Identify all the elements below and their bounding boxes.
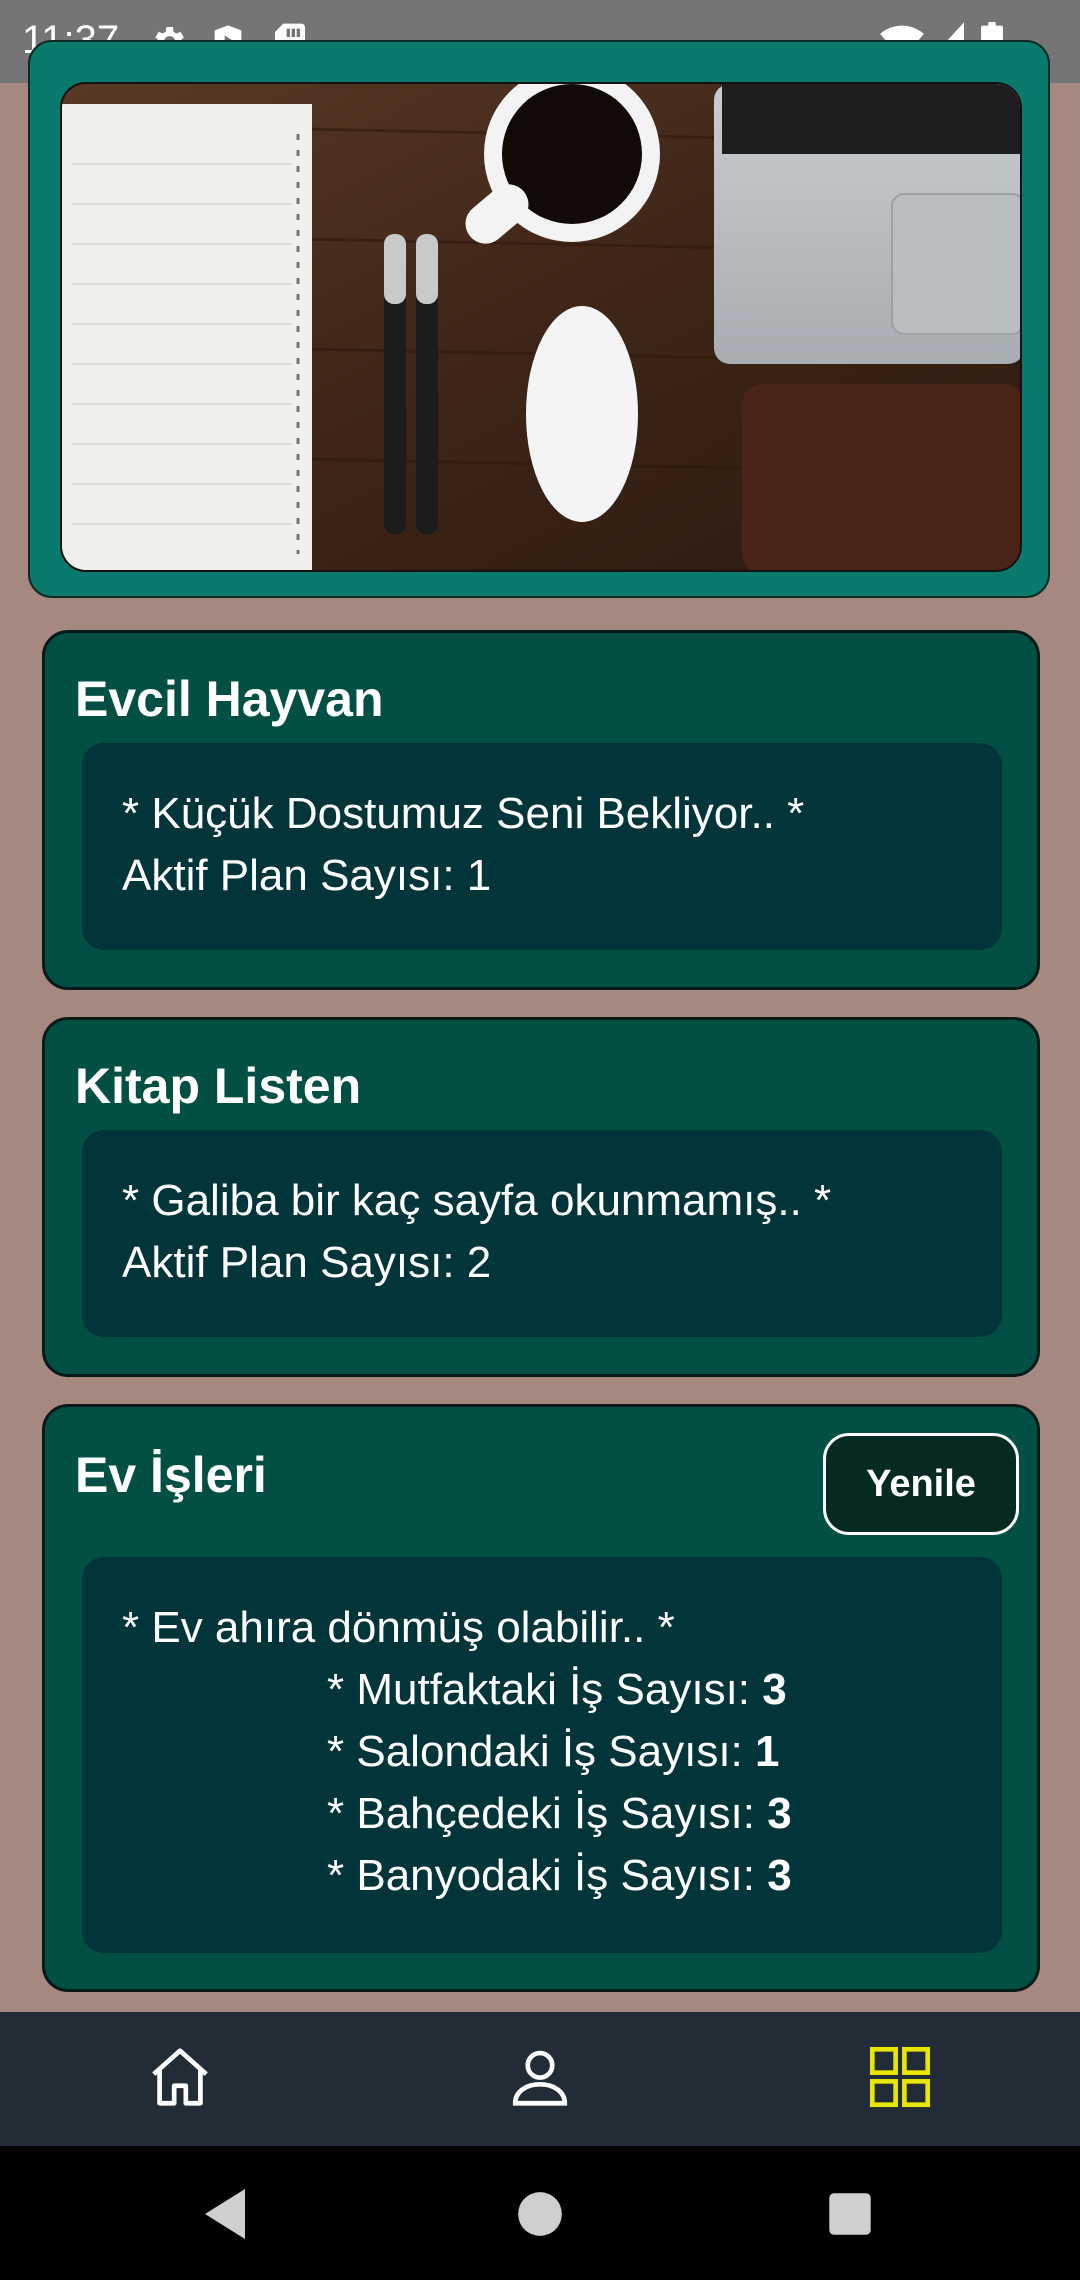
nav-profile-button[interactable] [505, 2042, 575, 2112]
desk-photo [60, 82, 1022, 572]
grid-icon [869, 2046, 931, 2108]
chores-info-box: * Ev ahıra dönmüş olabilir.. * * Mutfakt… [82, 1557, 1002, 1953]
nav-grid-button[interactable] [865, 2042, 935, 2112]
chores-message: * Ev ahıra dönmüş olabilir.. * [122, 1603, 675, 1652]
system-navigation-bar [0, 2146, 1080, 2280]
card-message: * Küçük Dostumuz Seni Bekliyor.. * [122, 789, 805, 838]
chore-count-kitchen: * Mutfaktaki İş Sayısı: 3 [327, 1665, 787, 1714]
chore-count-living-room: * Salondaki İş Sayısı: 1 [327, 1727, 780, 1776]
card-info-box: * Küçük Dostumuz Seni Bekliyor.. * Aktif… [82, 743, 1002, 950]
card-info-box: * Galiba bir kaç sayfa okunmamış.. * Akt… [82, 1130, 1002, 1337]
card-message: * Galiba bir kaç sayfa okunmamış.. * [122, 1176, 832, 1225]
chore-count-bathroom: * Banyodaki İş Sayısı: 3 [327, 1851, 792, 1900]
active-plan-count: Aktif Plan Sayısı: 1 [122, 851, 492, 900]
back-icon[interactable] [200, 2186, 250, 2242]
pet-card[interactable]: Evcil Hayvan * Küçük Dostumuz Seni Bekli… [42, 630, 1040, 990]
profile-icon [512, 2050, 568, 2106]
home-circle-icon[interactable] [517, 2186, 563, 2242]
card-title: Evcil Hayvan [75, 671, 384, 727]
header-image-card [28, 40, 1050, 598]
home-icon [152, 2048, 208, 2106]
chores-card[interactable]: Ev İşleri Yenile * Ev ahıra dönmüş olabi… [42, 1404, 1040, 1992]
refresh-button[interactable]: Yenile [823, 1433, 1019, 1535]
active-plan-count: Aktif Plan Sayısı: 2 [122, 1238, 492, 1287]
card-title: Ev İşleri [75, 1447, 267, 1503]
book-list-card[interactable]: Kitap Listen * Galiba bir kaç sayfa okun… [42, 1017, 1040, 1377]
nav-home-button[interactable] [145, 2042, 215, 2112]
card-title: Kitap Listen [75, 1058, 362, 1114]
bottom-navigation [0, 2012, 1080, 2146]
desk-photo-illustration [62, 84, 1020, 570]
chore-count-garden: * Bahçedeki İş Sayısı: 3 [327, 1789, 792, 1838]
recents-icon[interactable] [827, 2186, 873, 2242]
